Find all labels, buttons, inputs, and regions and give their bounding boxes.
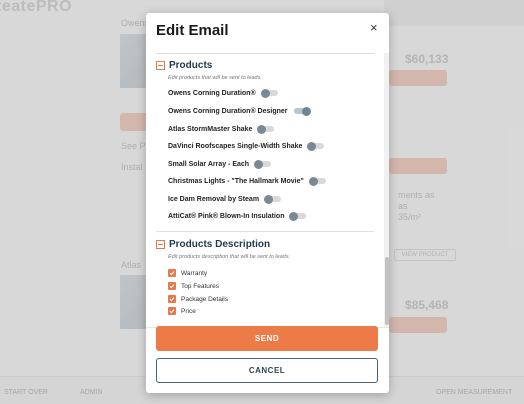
checkbox-checked-icon[interactable] [168, 295, 176, 303]
product-toggle[interactable] [257, 124, 275, 134]
option-label: Price [181, 307, 196, 315]
description-option-row[interactable]: Price [168, 306, 196, 316]
option-label: Top Features [181, 282, 219, 290]
product-toggle[interactable] [264, 194, 282, 204]
product-row: Ice Dam Removal by Steam [168, 192, 282, 206]
product-toggle[interactable] [260, 88, 278, 98]
checkbox-checked-icon[interactable] [168, 269, 176, 277]
products-title: Products [169, 60, 213, 71]
scrollbar-thumb[interactable] [385, 257, 389, 325]
product-toggle[interactable] [254, 159, 272, 169]
product-row: DaVinci Roofscapes Single-Width Shake [168, 139, 325, 153]
option-label: Package Details [181, 295, 228, 303]
product-label: Atlas StormMaster Shake [168, 125, 253, 133]
toggle-knob [264, 194, 274, 204]
cancel-button[interactable]: CANCEL [156, 358, 378, 383]
product-label: DaVinci Roofscapes Single-Width Shake [168, 142, 303, 150]
description-option-row[interactable]: Top Features [168, 281, 219, 291]
products-description-text: Edit products description that will be s… [168, 254, 290, 260]
product-row: Atlas StormMaster Shake [168, 122, 275, 136]
product-label: Owens Corning Duration® [168, 89, 256, 97]
toggle-knob [308, 176, 318, 186]
toggle-knob [289, 211, 299, 221]
checkbox-checked-icon[interactable] [168, 307, 176, 315]
products-description-section-header[interactable]: Products Description [156, 239, 270, 250]
toggle-knob [257, 124, 267, 134]
product-row: Owens Corning Duration® [168, 86, 278, 100]
products-description: Edit products that will be sent to leads… [168, 75, 262, 81]
product-label: AttiCat® Pink® Blown-In Insulation [168, 212, 285, 220]
products-section-header[interactable]: Products [156, 60, 212, 71]
collapse-icon[interactable] [156, 240, 165, 249]
collapse-icon[interactable] [156, 61, 165, 70]
modal-title: Edit Email [156, 22, 229, 39]
products-description-title: Products Description [169, 239, 271, 250]
toggle-knob [260, 88, 270, 98]
toggle-knob [301, 106, 311, 116]
product-label: Owens Corning Duration® Designer [168, 107, 288, 115]
product-toggle[interactable] [293, 106, 311, 116]
product-label: Ice Dam Removal by Steam [168, 195, 260, 203]
product-label: Small Solar Array - Each [168, 160, 250, 168]
close-icon[interactable]: × [370, 21, 378, 34]
product-label: Christmas Lights - "The Hallmark Movie" [168, 177, 304, 185]
product-row: Small Solar Array - Each [168, 157, 272, 171]
product-row: Owens Corning Duration® Designer [168, 104, 311, 118]
send-button[interactable]: SEND [156, 326, 378, 351]
option-label: Warranty [181, 269, 208, 277]
product-toggle[interactable] [308, 176, 326, 186]
modal-scroll-area[interactable]: Products Edit products that will be sent… [146, 54, 389, 326]
toggle-knob [254, 159, 264, 169]
checkbox-checked-icon[interactable] [168, 282, 176, 290]
product-toggle[interactable] [307, 141, 325, 151]
edit-email-modal: Edit Email × Products Edit products that… [146, 13, 389, 393]
divider [156, 231, 374, 232]
product-row: Christmas Lights - "The Hallmark Movie" [168, 174, 326, 188]
toggle-knob [307, 141, 317, 151]
product-row: AttiCat® Pink® Blown-In Insulation [168, 209, 307, 223]
description-option-row[interactable]: Warranty [168, 268, 207, 278]
product-toggle[interactable] [289, 211, 307, 221]
description-option-row[interactable]: Package Details [168, 294, 228, 304]
